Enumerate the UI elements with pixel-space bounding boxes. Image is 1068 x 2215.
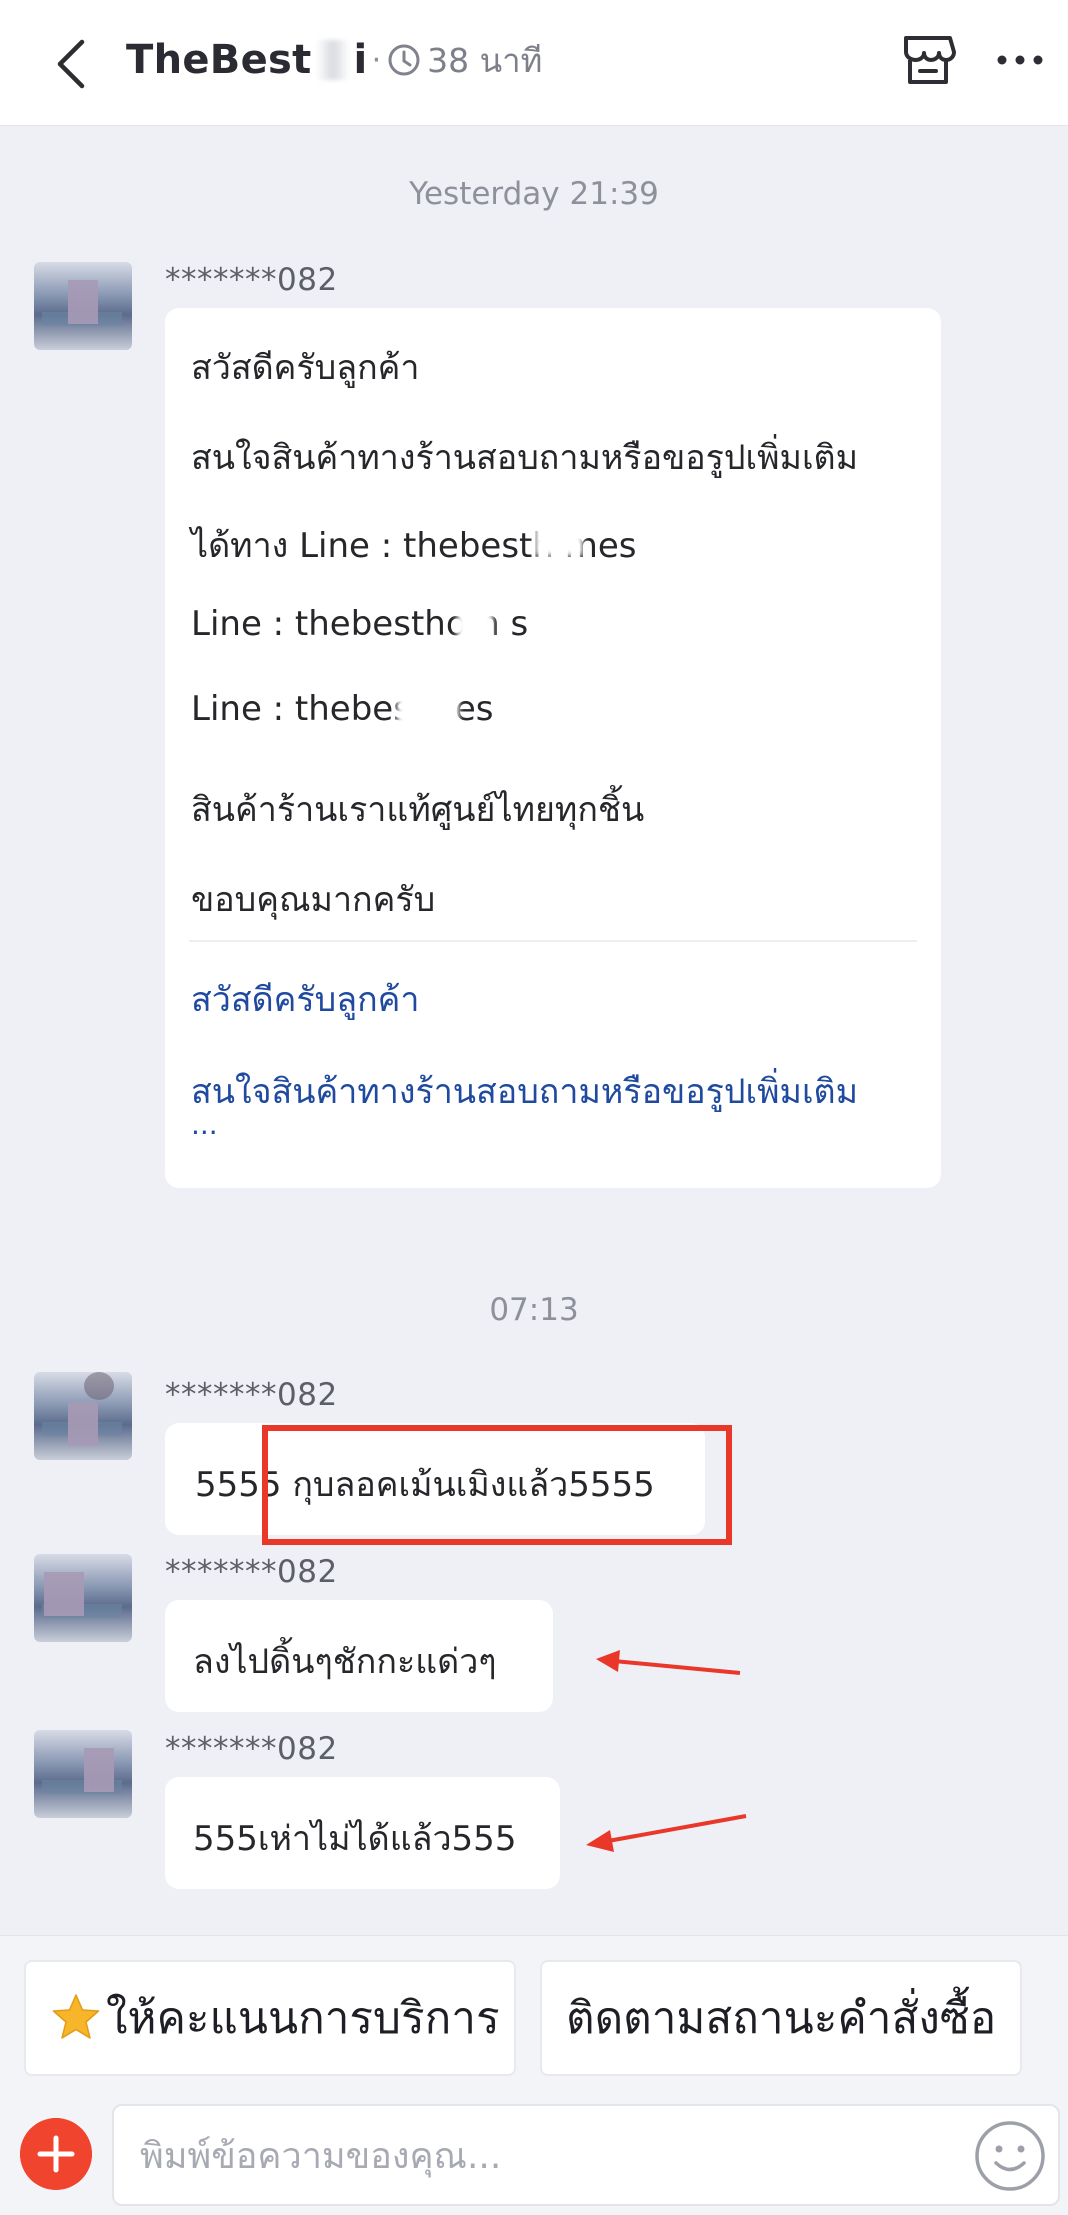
shop-name-tail: i — [353, 37, 368, 83]
sender-name: *******082 — [165, 262, 338, 298]
message-line: สวัสดีครับลูกค้า — [191, 348, 420, 388]
message-line: ขอบคุณมากครับ — [191, 880, 436, 920]
avatar[interactable] — [34, 1554, 132, 1642]
chat-header: TheBest i · 38 นาที — [0, 0, 1068, 126]
more-indicator[interactable]: ... — [191, 1108, 218, 1141]
emoji-icon[interactable] — [972, 2118, 1048, 2194]
chat-timestamp: 07:13 — [489, 1292, 579, 1328]
annotation-highlight-box — [262, 1425, 732, 1545]
message-bubble: ลงไปดิ้นๆชักกะแด่วๆ — [165, 1600, 553, 1712]
annotation-arrow — [596, 1650, 741, 1675]
clock-icon — [388, 44, 420, 76]
title-separator: · — [371, 42, 382, 78]
avatar[interactable] — [34, 262, 132, 350]
quick-reply-link[interactable]: สวัสดีครับลูกค้า — [191, 972, 420, 1026]
track-order-label: ติดตามสถานะคำสั่งซื้อ — [566, 1993, 997, 2044]
message-line: สนใจสินค้าทางร้านสอบถามหรือขอรูปเพิ่มเติ… — [191, 438, 859, 478]
rate-service-label: ให้คะแนนการบริการ — [106, 1993, 500, 2044]
sender-name: *******082 — [165, 1731, 338, 1767]
message-input[interactable] — [140, 2128, 940, 2184]
shop-icon[interactable] — [898, 30, 958, 90]
message-composer — [112, 2104, 1060, 2206]
redacted-region — [397, 694, 459, 728]
avatar[interactable] — [34, 1372, 132, 1460]
rate-service-button[interactable]: ให้คะแนนการบริการ — [24, 1960, 516, 2076]
message-text: ลงไปดิ้นๆชักกะแด่วๆ — [193, 1642, 497, 1682]
back-icon[interactable] — [50, 36, 94, 92]
quick-reply-link[interactable]: สนใจสินค้าทางร้านสอบถามหรือขอรูปเพิ่มเติ… — [191, 1064, 858, 1118]
track-order-button[interactable]: ติดตามสถานะคำสั่งซื้อ — [540, 1960, 1022, 2076]
avatar[interactable] — [34, 1730, 132, 1818]
last-seen-time: 38 นาที — [427, 40, 543, 80]
redacted-region — [457, 608, 493, 642]
chat-timestamp: Yesterday 21:39 — [409, 176, 659, 212]
redacted-region — [535, 522, 583, 556]
message-bubble: 555เห่าไม่ได้แล้ว555 — [165, 1777, 560, 1889]
more-icon[interactable] — [996, 48, 1044, 72]
message-line: สินค้าร้านเราแท้ศูนย์ไทยทุกชิ้น — [191, 790, 645, 830]
sender-name: *******082 — [165, 1377, 338, 1413]
chat-title-area[interactable]: TheBest i · 38 นาที — [126, 30, 542, 90]
shop-name: TheBest — [126, 37, 312, 83]
bubble-divider — [189, 940, 917, 942]
message-text: 555เห่าไม่ได้แล้ว555 — [193, 1819, 517, 1859]
annotation-arrow — [586, 1814, 747, 1852]
plus-icon[interactable] — [20, 2118, 92, 2190]
star-icon — [52, 1994, 100, 2039]
auto-reply-bubble: สวัสดีครับลูกค้า สนใจสินค้าทางร้านสอบถาม… — [165, 308, 941, 1188]
redacted-region — [315, 40, 350, 80]
sender-name: *******082 — [165, 1554, 338, 1590]
